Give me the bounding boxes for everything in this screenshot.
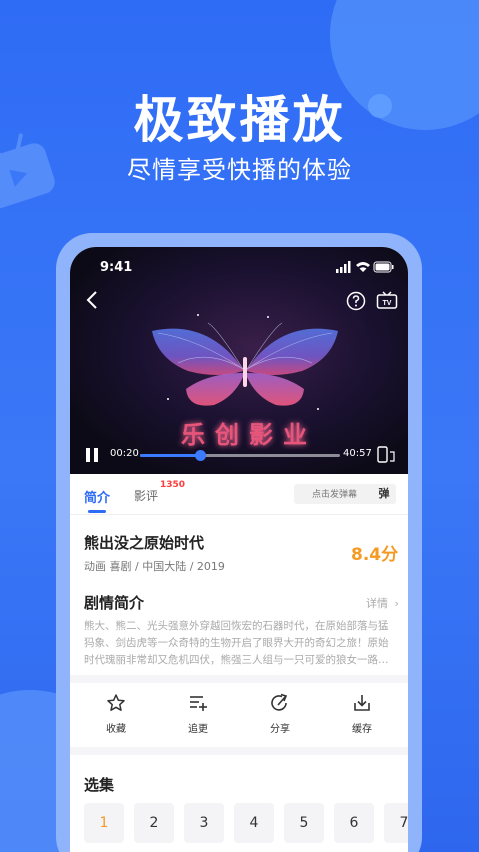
chevron-right-icon: › xyxy=(394,597,399,610)
share-button[interactable]: 分享 xyxy=(250,693,310,736)
action-bar: 收藏 追更 分享 缓存 xyxy=(70,693,408,743)
follow-button[interactable]: 追更 xyxy=(168,693,228,736)
episode-item[interactable]: 6 xyxy=(334,803,374,843)
follow-label: 追更 xyxy=(188,724,208,735)
progress-slider[interactable] xyxy=(140,450,340,461)
tab-review[interactable]: 影评 xyxy=(134,487,158,504)
phone-frame: 9:41 TV 乐创影业 00:20 40:57 简介 影评 1350 点击发弹… xyxy=(56,233,422,852)
show-title: 熊出没之原始时代 xyxy=(84,534,205,552)
butterfly-logo-image xyxy=(152,314,338,410)
favorite-button[interactable]: 收藏 xyxy=(86,693,146,736)
progress-handle[interactable] xyxy=(195,450,206,461)
status-time: 9:41 xyxy=(100,260,133,275)
episode-item[interactable]: 1 xyxy=(84,803,124,843)
app-store-banner: 极致播放 尽情享受快播的体验 9:41 TV 乐创影业 00:20 40:57 … xyxy=(0,0,479,852)
plot-details-label: 详情 xyxy=(366,597,388,610)
episode-item[interactable]: 7 xyxy=(384,803,408,843)
episodes-heading: 选集 xyxy=(84,776,115,794)
pause-icon[interactable] xyxy=(84,447,100,463)
svg-text:TV: TV xyxy=(383,300,392,307)
show-score: 8.4分 xyxy=(351,545,399,565)
danmaku-input[interactable] xyxy=(294,484,374,504)
tab-active-indicator xyxy=(88,510,106,513)
show-meta: 动画 喜剧 / 中国大陆 / 2019 xyxy=(84,560,225,573)
plot-summary: 熊大、熊二、光头强意外穿越回恢宏的石器时代，在原始部落与猛犸象、剑齿虎等一众奇特… xyxy=(84,620,389,666)
wifi-icon xyxy=(356,262,370,272)
promo-headline: 极致播放 xyxy=(133,91,346,149)
episode-list: 1 2 3 4 5 6 7 xyxy=(84,803,408,843)
total-time: 40:57 xyxy=(343,448,372,459)
current-time: 00:20 xyxy=(110,448,139,459)
back-icon[interactable] xyxy=(82,289,104,311)
playlist-add-icon xyxy=(190,696,207,711)
episode-item[interactable]: 2 xyxy=(134,803,174,843)
tv-cast-icon[interactable]: TV xyxy=(376,291,398,311)
plot-heading: 剧情简介 xyxy=(84,594,145,612)
download-button[interactable]: 缓存 xyxy=(332,693,392,736)
rotate-screen-icon[interactable] xyxy=(376,446,396,464)
help-icon[interactable] xyxy=(346,291,366,311)
favorite-label: 收藏 xyxy=(106,724,126,735)
promo-subline: 尽情享受快播的体验 xyxy=(127,156,352,184)
section-divider xyxy=(70,675,408,683)
download-icon xyxy=(354,695,370,711)
episode-item[interactable]: 5 xyxy=(284,803,324,843)
star-icon xyxy=(107,694,125,711)
signal-icon xyxy=(336,269,339,273)
episode-item[interactable]: 3 xyxy=(184,803,224,843)
download-label: 缓存 xyxy=(352,724,372,735)
status-icons xyxy=(336,261,394,273)
share-icon xyxy=(271,693,288,711)
share-label: 分享 xyxy=(270,724,290,735)
progress-fill xyxy=(140,454,200,457)
content-tabs: 简介 影评 1350 弹 xyxy=(70,474,408,515)
episode-item[interactable]: 4 xyxy=(234,803,274,843)
section-divider xyxy=(70,747,408,755)
plot-details-link[interactable]: 详情 › xyxy=(366,595,399,611)
tab-intro[interactable]: 简介 xyxy=(84,487,110,506)
studio-watermark: 乐创影业 xyxy=(181,420,317,449)
danmaku-toggle-button[interactable]: 弹 xyxy=(372,484,396,504)
phone-screen: 9:41 TV 乐创影业 00:20 40:57 简介 影评 1350 点击发弹… xyxy=(70,247,408,852)
review-count-badge: 1350 xyxy=(160,480,186,490)
video-player[interactable]: 9:41 TV 乐创影业 00:20 40:57 xyxy=(70,247,408,474)
